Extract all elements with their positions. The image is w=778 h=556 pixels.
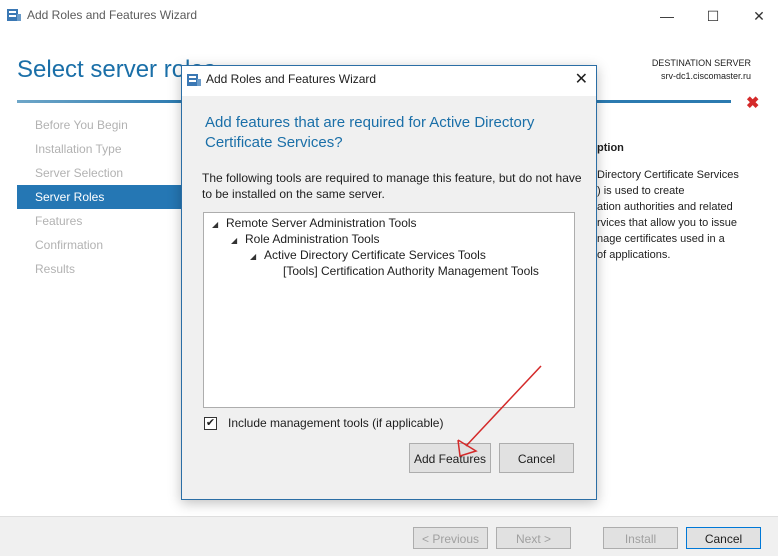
annotation-arrow-icon <box>457 365 542 457</box>
